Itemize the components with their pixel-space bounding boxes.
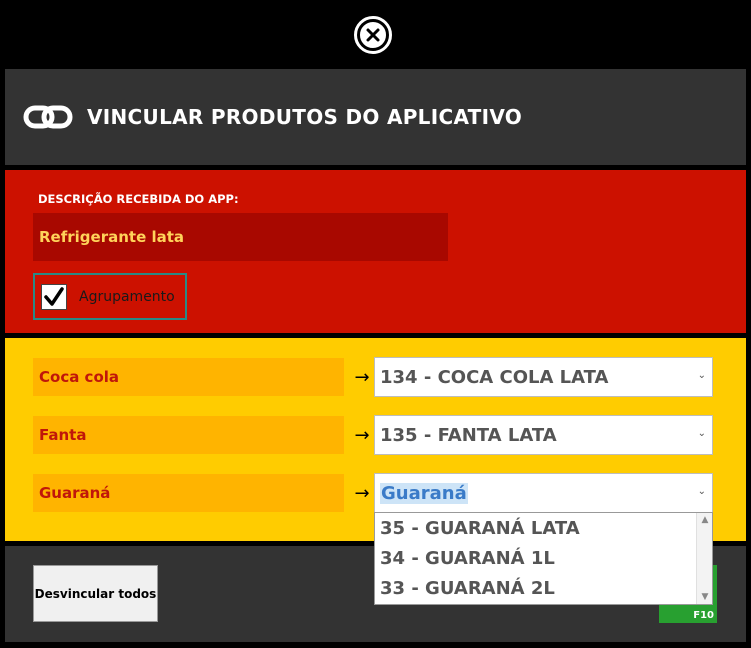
app-item-label: Guaraná (33, 474, 344, 512)
product-select-value: 134 - COCA COLA LATA (380, 366, 609, 388)
app-item-name: Guaraná (39, 484, 111, 502)
app-item-label: Fanta (33, 416, 344, 454)
app-description-value: Refrigerante lata (39, 228, 185, 246)
close-icon (357, 19, 389, 51)
product-select[interactable]: 134 - COCA COLA LATA ⌄ (374, 357, 713, 397)
chevron-down-icon: ⌄ (697, 486, 706, 497)
chevron-down-icon: ⌄ (697, 370, 706, 381)
dropdown-scrollbar[interactable]: ▲ ▼ (696, 513, 712, 604)
grouping-label: Agrupamento (79, 288, 175, 305)
dialog-header: VINCULAR PRODUTOS DO APLICATIVO (5, 69, 746, 165)
app-item-name: Fanta (39, 426, 87, 444)
product-dropdown-list[interactable]: 35 - GUARANÁ LATA 34 - GUARANÁ 1L 33 - G… (374, 512, 713, 605)
scroll-up-icon[interactable]: ▲ (697, 513, 713, 527)
dialog-title: VINCULAR PRODUTOS DO APLICATIVO (87, 105, 523, 129)
product-mapping-panel: Coca cola → 134 - COCA COLA LATA ⌄ Fanta… (5, 338, 746, 541)
grouping-toggle[interactable]: Agrupamento (33, 273, 187, 320)
arrow-right-icon: → (354, 367, 370, 388)
dropdown-option[interactable]: 35 - GUARANÁ LATA (375, 513, 712, 543)
app-description-panel: DESCRIÇÃO RECEBIDA DO APP: Refrigerante … (5, 170, 746, 333)
unlink-all-button[interactable]: Desvincular todos (33, 565, 158, 622)
arrow-right-icon: → (354, 425, 370, 446)
chain-link-icon (23, 105, 73, 129)
app-item-name: Coca cola (39, 368, 120, 386)
product-select-value: 135 - FANTA LATA (380, 424, 557, 446)
product-select-value[interactable]: Guaraná (380, 482, 468, 504)
product-select-input[interactable]: Guaraná ⌄ (374, 473, 713, 513)
close-button[interactable] (354, 16, 392, 54)
dropdown-option[interactable]: 34 - GUARANÁ 1L (375, 543, 712, 573)
product-select[interactable]: 135 - FANTA LATA ⌄ (374, 415, 713, 455)
shortcut-label: F10 (693, 610, 714, 621)
arrow-right-icon: → (354, 483, 370, 504)
chevron-down-icon: ⌄ (697, 428, 706, 439)
app-item-label: Coca cola (33, 358, 344, 396)
dropdown-option[interactable]: 33 - GUARANÁ 2L (375, 573, 712, 603)
grouping-checkbox[interactable] (41, 283, 67, 310)
scroll-down-icon[interactable]: ▼ (697, 590, 713, 604)
unlink-all-label: Desvincular todos (34, 586, 157, 601)
checkmark-icon (44, 286, 64, 306)
app-description-field: Refrigerante lata (33, 213, 448, 261)
app-description-label: DESCRIÇÃO RECEBIDA DO APP: (38, 192, 239, 206)
